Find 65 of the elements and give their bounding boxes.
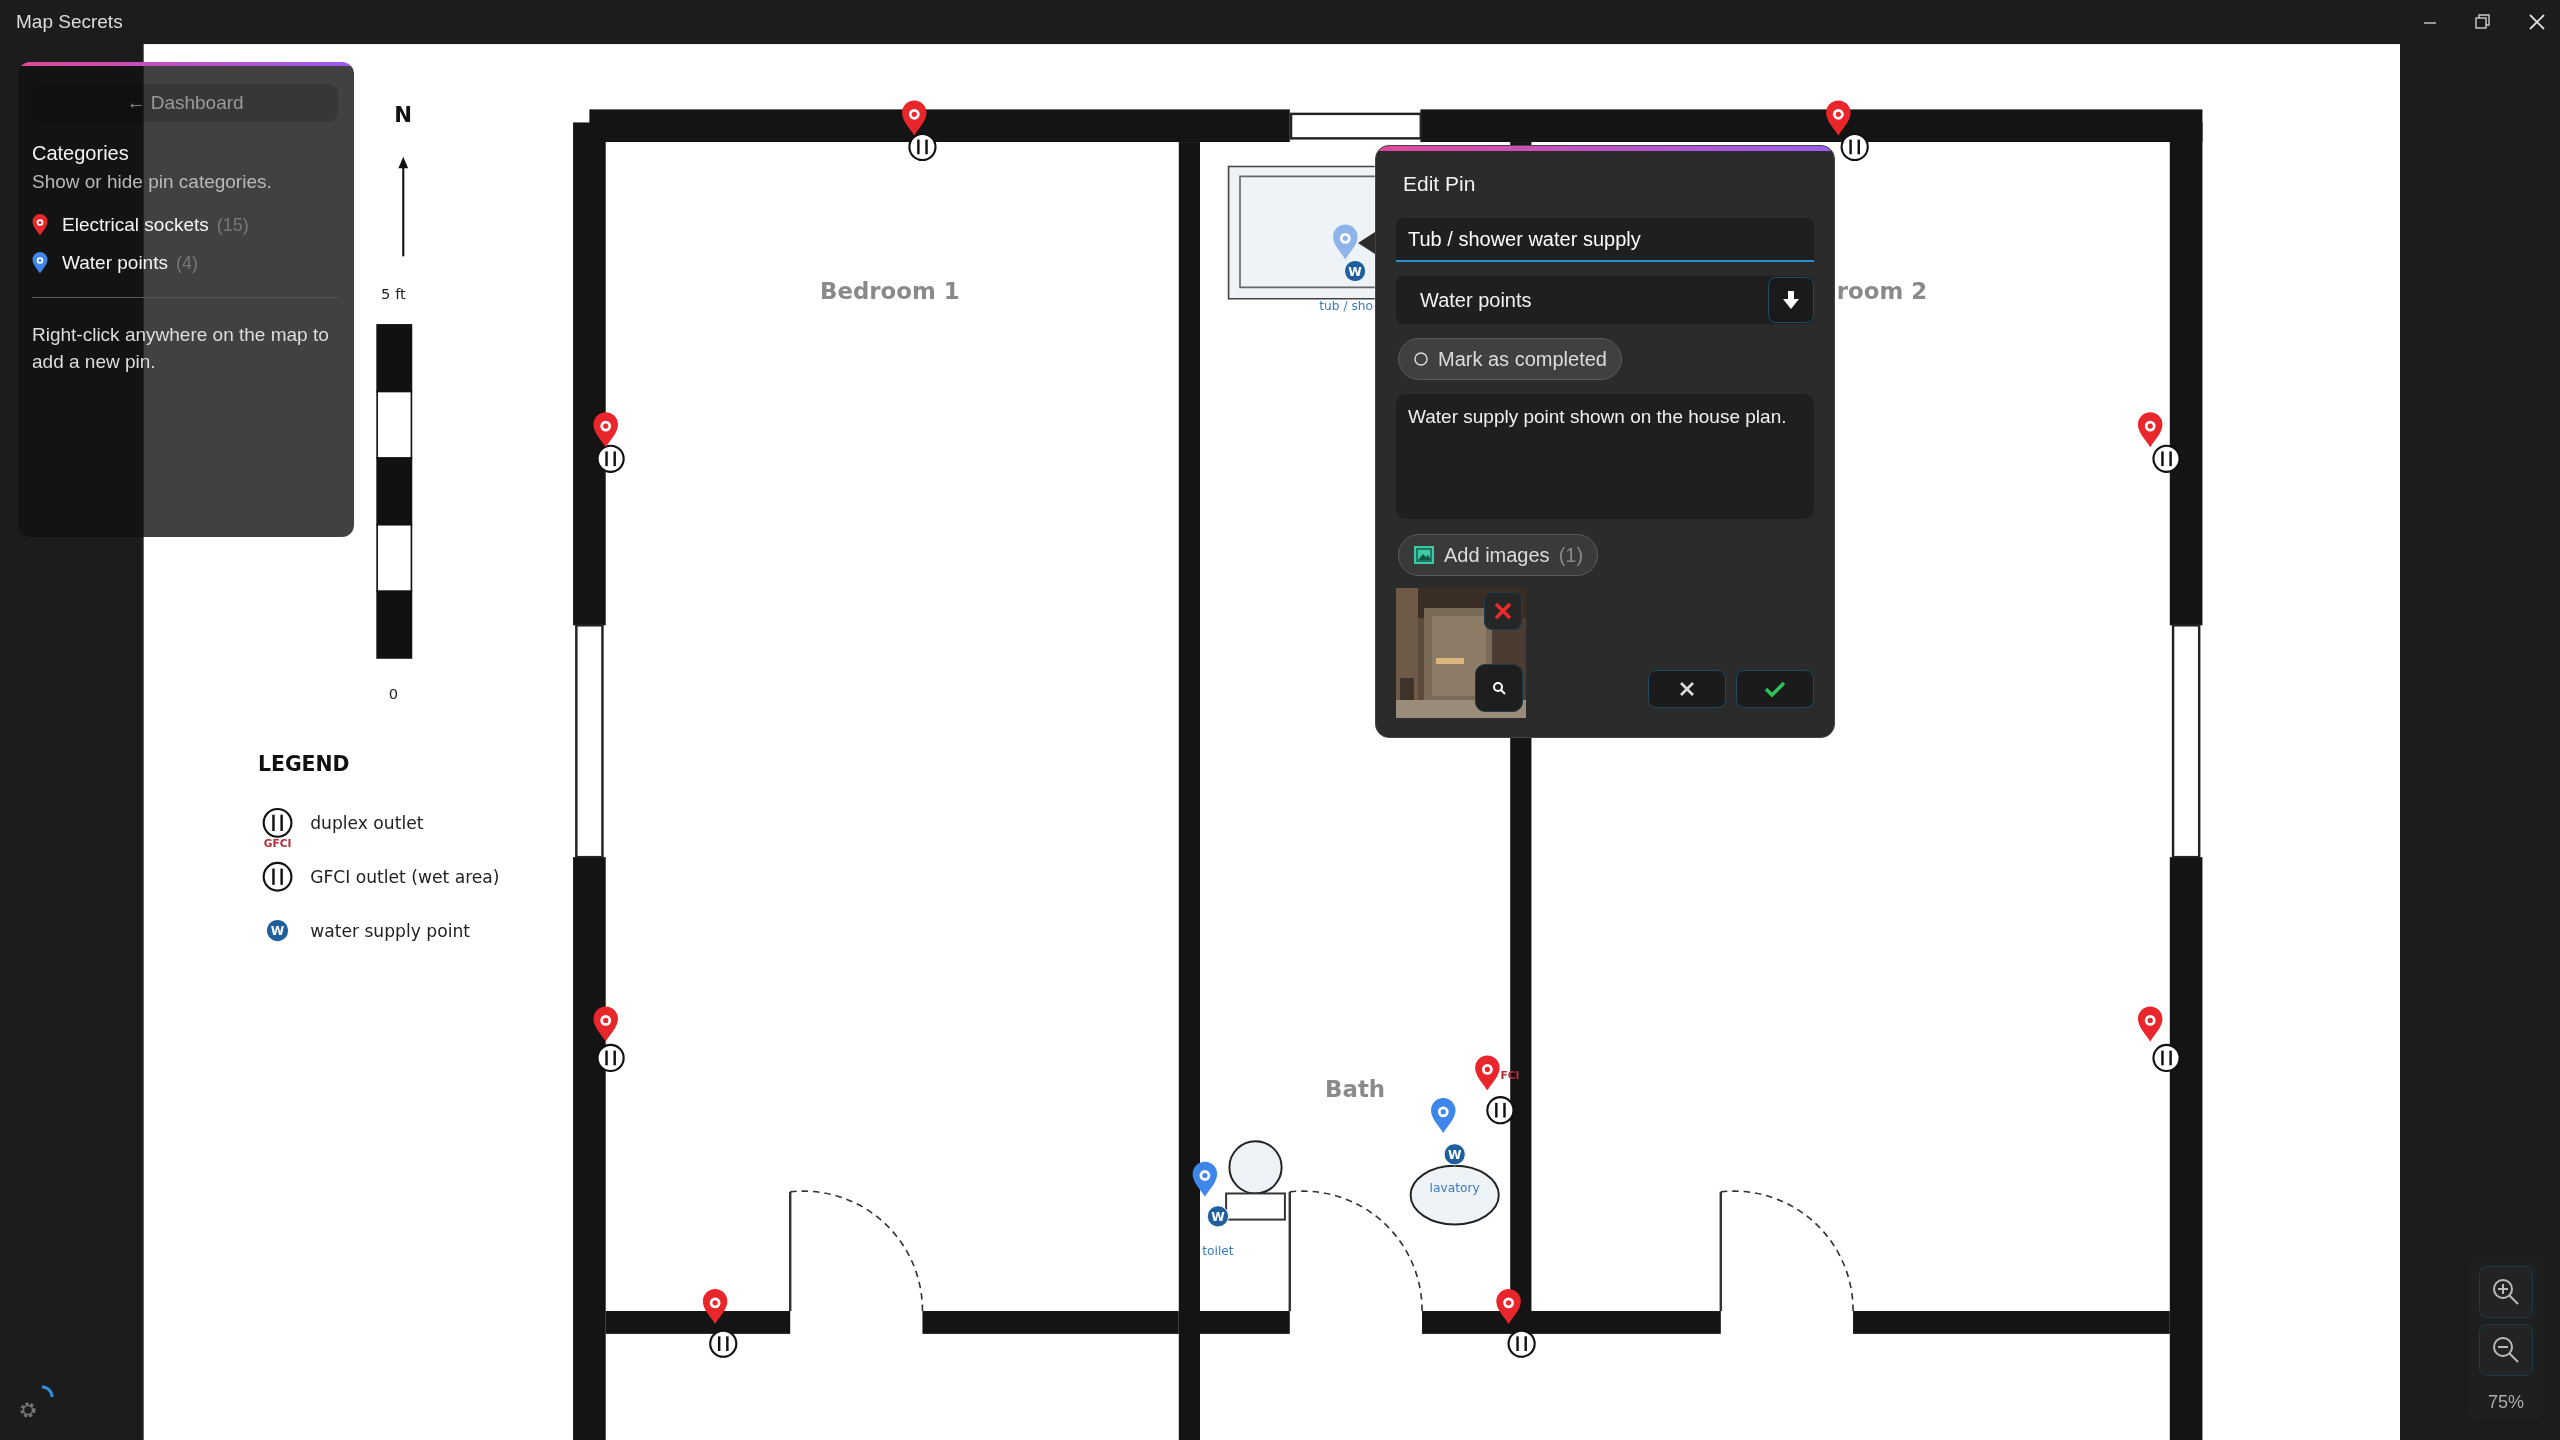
outlet-icon xyxy=(1840,132,1869,162)
cancel-button[interactable] xyxy=(1648,670,1726,708)
mark-completed-button[interactable]: Mark as completed xyxy=(1398,338,1622,380)
legend-label: water supply point xyxy=(310,921,470,942)
outlet-icon xyxy=(262,861,293,892)
confirm-button[interactable] xyxy=(1736,670,1814,708)
outlet-icon xyxy=(2152,1043,2181,1073)
outlet-icon xyxy=(596,1043,625,1073)
map-pin-icon[interactable] xyxy=(1192,1161,1218,1197)
dialog-title: Edit Pin xyxy=(1403,172,1477,196)
status-arc-icon xyxy=(40,1385,54,1399)
fixture-label: toilet xyxy=(1202,1244,1234,1259)
map-pin-icon[interactable] xyxy=(1826,100,1851,136)
zoom-in-button[interactable] xyxy=(2479,1266,2533,1318)
water-marker: W xyxy=(266,920,289,942)
description-field[interactable]: Water supply point shown on the house plan. xyxy=(1396,394,1814,519)
legend-label: duplex outlet xyxy=(310,813,424,834)
legend-title: LEGEND xyxy=(257,751,350,776)
arrow-down-icon xyxy=(1780,289,1802,311)
close-icon[interactable] xyxy=(2528,13,2546,31)
outlet-icon xyxy=(262,807,293,838)
zoom-out-icon xyxy=(2491,1335,2521,1365)
dropdown-button[interactable] xyxy=(1768,277,1814,323)
delete-image-button[interactable] xyxy=(1484,592,1522,630)
water-marker: W xyxy=(1206,1205,1230,1228)
category-name[interactable]: Electrical sockets xyxy=(62,214,209,236)
fixture-label: lavatory xyxy=(1429,1180,1480,1195)
map-pin-icon[interactable] xyxy=(702,1289,728,1325)
radio-circle-icon xyxy=(1413,351,1429,367)
map-pin-icon[interactable] xyxy=(593,1006,618,1042)
category-select[interactable]: Water points xyxy=(1396,276,1814,324)
zoom-level: 75% xyxy=(2488,1392,2524,1413)
room-label: Bath xyxy=(1325,1076,1386,1103)
scale-label: 0 xyxy=(388,684,399,702)
close-icon xyxy=(1678,680,1696,698)
compass-label: N xyxy=(394,102,413,128)
image-icon xyxy=(1413,545,1435,565)
sidebar-heading: Categories xyxy=(32,142,130,165)
north-arrow-icon xyxy=(398,156,409,257)
delete-icon xyxy=(1494,602,1512,620)
map-pin-icon[interactable] xyxy=(1496,1289,1521,1325)
zoom-out-button[interactable] xyxy=(2479,1324,2533,1376)
hint-text: Right-click anywhere on the map to add a new pin. xyxy=(32,323,330,374)
map-pin-icon[interactable] xyxy=(902,100,927,136)
map-pin-icon[interactable] xyxy=(593,412,618,448)
water-marker: W xyxy=(1344,259,1367,283)
zoom-in-icon xyxy=(2491,1277,2521,1307)
window-title: Map Secrets xyxy=(16,11,123,33)
scale-label: 5 ft xyxy=(381,284,406,302)
legend-label: GFCI outlet (wet area) xyxy=(310,867,500,888)
add-images-button[interactable]: Add images (1) xyxy=(1398,534,1599,576)
room-label: room 2 xyxy=(1836,277,1928,304)
sidebar-subtitle: Show or hide pin categories. xyxy=(32,171,273,193)
search-icon xyxy=(1492,681,1506,695)
check-icon xyxy=(1764,680,1786,698)
gfci-tag: GFCI xyxy=(263,837,292,851)
outlet-icon xyxy=(908,132,937,162)
fixture-label: tub / sho xyxy=(1319,299,1374,314)
preview-image-button[interactable] xyxy=(1475,664,1523,712)
room-label: Bedroom 1 xyxy=(820,277,960,304)
water-marker: W xyxy=(1443,1143,1466,1166)
restore-icon[interactable] xyxy=(2474,13,2492,31)
gfci-tag: FCI xyxy=(1500,1069,1520,1083)
name-input-field[interactable]: Tub / shower water supply xyxy=(1396,218,1814,262)
category-name[interactable]: Water points xyxy=(62,252,168,274)
